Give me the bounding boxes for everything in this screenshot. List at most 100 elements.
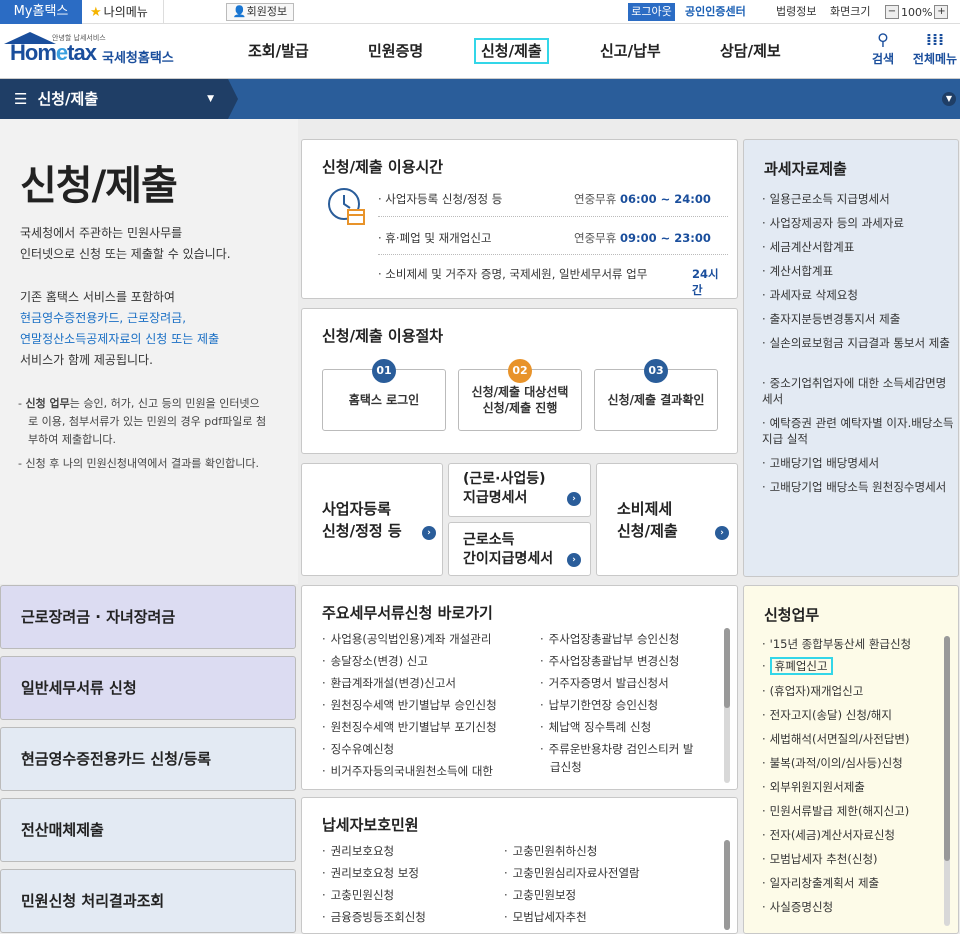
nav-certificate[interactable]: 민원증명 — [368, 24, 423, 79]
logout-button[interactable]: 로그아웃 — [628, 3, 675, 21]
list-item[interactable]: 고배당기업 배당소득 원천징수명세서 — [762, 479, 954, 495]
quick-biz-register[interactable]: 사업자등록 신청/정정 등 › — [301, 463, 443, 576]
screen-size-label: 화면크기 — [830, 5, 871, 18]
list-item[interactable]: 출자지분등변경통지서 제출 — [762, 311, 954, 327]
list-item[interactable]: 사업용(공익법인용)계좌 개설관리 — [322, 628, 537, 650]
quick-simple-wage-statement[interactable]: 근로소득 간이지급명세서 › — [448, 522, 591, 576]
nav-consult[interactable]: 상담/제보 — [720, 24, 781, 79]
list-item[interactable]: 체납액 징수특례 신청 — [540, 716, 715, 738]
main-docs-title: 주요세무서류신청 바로가기 — [322, 604, 493, 622]
list-item[interactable]: 금융증빙등조회신청 — [322, 906, 502, 928]
list-item[interactable]: 사업장제공자 등의 과세자료 — [762, 215, 954, 231]
usage-time-row-24h: · 소비제세 및 거주자 증명, 국제세원, 일반세무서류 업무 24시간 — [378, 267, 719, 297]
list-item[interactable]: 고충민원취하신청 — [504, 840, 704, 862]
protection-scrollbar[interactable] — [724, 840, 730, 930]
scrollbar-thumb[interactable] — [944, 636, 950, 861]
member-info-button[interactable]: 👤회원정보 — [226, 3, 294, 21]
list-item[interactable]: 불복(과적/이의/심사등)신청 — [762, 755, 954, 771]
list-item[interactable]: 비거주자등의국내원천소득에 대한 — [322, 760, 537, 782]
side-menu-incentive[interactable]: 근로장려금 · 자녀장려금 — [0, 585, 296, 649]
list-item[interactable]: 고충민원신청 — [322, 884, 502, 906]
protection-list-right: 고충민원취하신청 고충민원심리자료사전열람 고충민원보정 모범납세자추천 — [504, 840, 704, 928]
list-item[interactable]: 징수유예신청 — [322, 738, 537, 760]
list-item[interactable]: '15년 종합부동산세 환급신청 — [762, 636, 954, 652]
zoom-in-button[interactable]: + — [934, 5, 949, 19]
procedure-step-2: 02 신청/제출 대상선택 신청/제출 진행 — [458, 359, 582, 431]
side-menu-electronic-media[interactable]: 전산매체제출 — [0, 798, 296, 862]
main-docs-scrollbar[interactable] — [724, 628, 730, 783]
zoom-out-button[interactable]: − — [885, 5, 899, 19]
list-item[interactable]: 고배당기업 배당명세서 — [762, 455, 954, 471]
scrollbar-thumb[interactable] — [724, 840, 730, 930]
list-item[interactable]: 외부위원지원서제출 — [762, 779, 954, 795]
person-icon: 👤 — [232, 5, 247, 18]
nav-inquiry[interactable]: 조회/발급 — [248, 24, 309, 79]
list-item[interactable]: 전자고지(송달) 신청/해지 — [762, 707, 954, 723]
location-current-menu[interactable]: ☰ 신청/제출 ▼ — [0, 79, 228, 119]
list-item[interactable]: 급신청 — [540, 760, 715, 774]
intro-paragraph-2: 기존 홈택스 서비스를 포함하여 현금영수증전용카드, 근로장려금, 연말정산소… — [20, 290, 220, 367]
list-item[interactable]: 권리보호요청 보정 — [322, 862, 502, 884]
list-item[interactable]: 원천징수세액 반기별납부 포기신청 — [322, 716, 537, 738]
usage-time-row-closure: · 휴·폐업 및 재개업신고 연중무휴 09:00 ~ 23:00 — [378, 231, 711, 245]
logo-wordmark: Hometax — [10, 40, 97, 65]
scrollbar-thumb[interactable] — [724, 628, 730, 708]
my-menu-tab[interactable]: ★ 나의메뉴 — [82, 0, 164, 24]
list-item[interactable]: 세법해석(서면질의/사전답변) — [762, 731, 954, 747]
list-item[interactable]: 중소기업취업자에 대한 소득세감면명세서 — [762, 375, 954, 407]
list-item[interactable]: 세금계산서합계표 — [762, 239, 954, 255]
list-item[interactable]: 일용근로소득 지급명세서 — [762, 191, 954, 207]
side-menu-result-inquiry[interactable]: 민원신청 처리결과조회 — [0, 869, 296, 933]
my-menu-label: 나의메뉴 — [103, 5, 148, 19]
list-item[interactable]: 거주자증명서 발급신청서 — [540, 672, 715, 694]
list-item[interactable]: 주류운반용차량 검인스티커 발 — [540, 738, 715, 760]
list-item[interactable]: 모범납세자추천 — [504, 906, 704, 928]
utility-bar: My홈택스 ★ 나의메뉴 👤회원정보 로그아웃 공인인증센터 법령정보 화면크기 … — [0, 0, 960, 24]
search-button[interactable]: ⚲ 검색 — [858, 30, 908, 67]
list-item[interactable]: 고충민원심리자료사전열람 — [504, 862, 704, 884]
list-item[interactable]: 실손의료보험금 지급결과 통보서 제출 — [762, 335, 954, 351]
law-info-link[interactable]: 법령정보 — [776, 3, 816, 21]
list-item[interactable]: 원천징수세액 반기별납부 승인신청 — [322, 694, 537, 716]
hometax-logo[interactable]: 안녕할 납세서비스 Hometax 국세청홈택스 — [2, 30, 187, 74]
list-item[interactable]: 전자(세금)계산서자료신청 — [762, 827, 954, 843]
side-menu-general-docs[interactable]: 일반세무서류 신청 — [0, 656, 296, 720]
quick-wage-statement[interactable]: (근로·사업등) 지급명세서 › — [448, 463, 591, 517]
list-item[interactable]: 고충민원보정 — [504, 884, 704, 906]
cert-center-link[interactable]: 공인인증센터 — [685, 3, 746, 21]
list-item[interactable]: 일자리창출계획서 제출 — [762, 875, 954, 891]
main-docs-list-right: 주사업장총괄납부 승인신청 주사업장총괄납부 변경신청 거주자증명서 발급신청서… — [540, 628, 715, 774]
my-hometax-tab[interactable]: My홈택스 — [0, 0, 82, 24]
usage-time-row-biz: · 사업자등록 신청/정정 등 연중무휴 06:00 ~ 24:00 — [378, 192, 711, 206]
list-item[interactable]: 사실증명신청 — [762, 899, 954, 915]
nav-apply-submit[interactable]: 신청/제출 — [474, 24, 549, 79]
list-item[interactable]: 납부기한연장 승인신청 — [540, 694, 715, 716]
list-item[interactable]: (휴업자)재개업신고 — [762, 683, 954, 699]
apply-work-title: 신청업무 — [764, 606, 820, 624]
list-item[interactable]: 환급계좌개설(변경)신고서 — [322, 672, 537, 694]
list-item[interactable]: 주사업장총괄납부 승인신청 — [540, 628, 715, 650]
list-item[interactable]: 주사업장총괄납부 변경신청 — [540, 650, 715, 672]
apply-work-scrollbar[interactable] — [944, 636, 950, 926]
list-item[interactable]: 모범납세자 추천(신청) — [762, 851, 954, 867]
side-menu-cash-receipt-card[interactable]: 현금영수증전용카드 신청/등록 — [0, 727, 296, 791]
list-item[interactable]: 송달장소(변경) 신고 — [322, 650, 537, 672]
list-item[interactable]: 과세자료 삭제요청 — [762, 287, 954, 303]
list-item[interactable]: 권리보호요청 — [322, 840, 502, 862]
arrow-right-icon: › — [715, 526, 729, 540]
intro-note-1: - 신청 업무는 승인, 허가, 신고 등의 민원을 인터넷으 로 이용, 첨부… — [18, 397, 267, 446]
procedure-step-1: 01 홈택스 로그인 — [322, 359, 446, 431]
list-item-closure-report[interactable]: 휴폐업신고 — [762, 657, 954, 675]
expand-icon[interactable]: ▼ — [942, 92, 956, 106]
intro-panel: 신청/제출 국세청에서 주관하는 민원사무를 인터넷으로 신청 또는 제출할 수 … — [0, 119, 298, 584]
zoom-control: − 100% + — [885, 3, 949, 21]
chevron-down-icon: ▼ — [207, 94, 214, 104]
list-item[interactable]: 예탁증권 관련 예탁자별 이자.배당소득 지급 실적 — [762, 415, 954, 447]
divider — [378, 254, 728, 255]
nav-report-pay[interactable]: 신고/납부 — [600, 24, 661, 79]
quick-consumption-tax[interactable]: 소비제세 신청/제출 › — [596, 463, 738, 576]
list-item[interactable]: 민원서류발급 제한(해지신고) — [762, 803, 954, 819]
all-menu-button[interactable]: ⁞⁞⁞ 전체메뉴 — [910, 30, 960, 67]
list-item[interactable]: 계산서합계표 — [762, 263, 954, 279]
taxpayer-protection-title: 납세자보호민원 — [322, 816, 419, 834]
